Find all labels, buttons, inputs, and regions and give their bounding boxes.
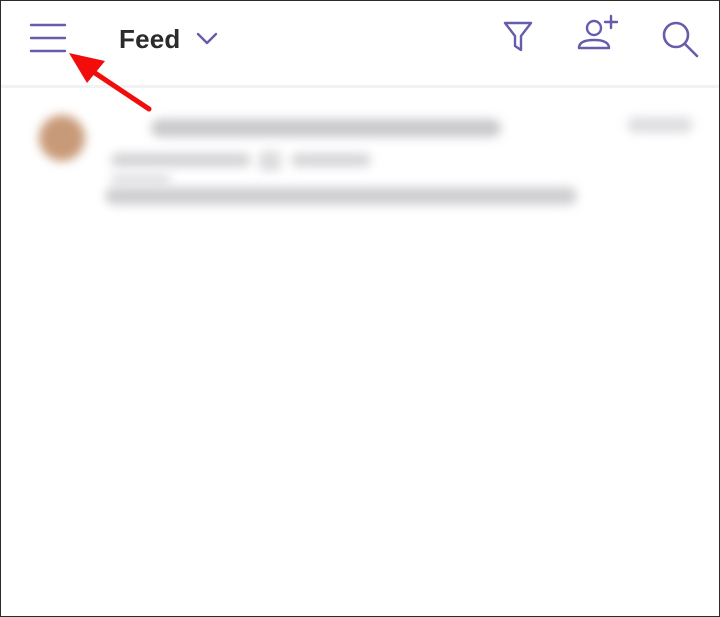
feed-title: Feed bbox=[119, 23, 181, 54]
top-app-bar: Feed bbox=[1, 1, 719, 85]
search-icon bbox=[662, 21, 699, 58]
redacted-text bbox=[105, 187, 577, 205]
header-divider bbox=[1, 85, 719, 88]
redacted-text bbox=[111, 173, 171, 185]
feed-dropdown[interactable]: Feed bbox=[119, 19, 218, 59]
avatar bbox=[39, 115, 85, 161]
filter-funnel-icon bbox=[503, 21, 533, 52]
hamburger-menu-icon bbox=[29, 23, 67, 53]
redacted-icon bbox=[259, 151, 281, 171]
chevron-down-icon bbox=[197, 32, 218, 45]
feed-item-blurred[interactable] bbox=[1, 97, 719, 227]
menu-button[interactable] bbox=[23, 15, 73, 61]
search-button[interactable] bbox=[655, 15, 705, 63]
add-person-icon bbox=[577, 14, 619, 50]
redacted-text bbox=[151, 119, 501, 137]
add-person-button[interactable] bbox=[571, 11, 625, 61]
app-window: Feed bbox=[0, 0, 720, 617]
redacted-text bbox=[291, 153, 371, 167]
redacted-text bbox=[111, 153, 251, 167]
filter-button[interactable] bbox=[495, 13, 541, 61]
redacted-timestamp bbox=[627, 117, 693, 133]
